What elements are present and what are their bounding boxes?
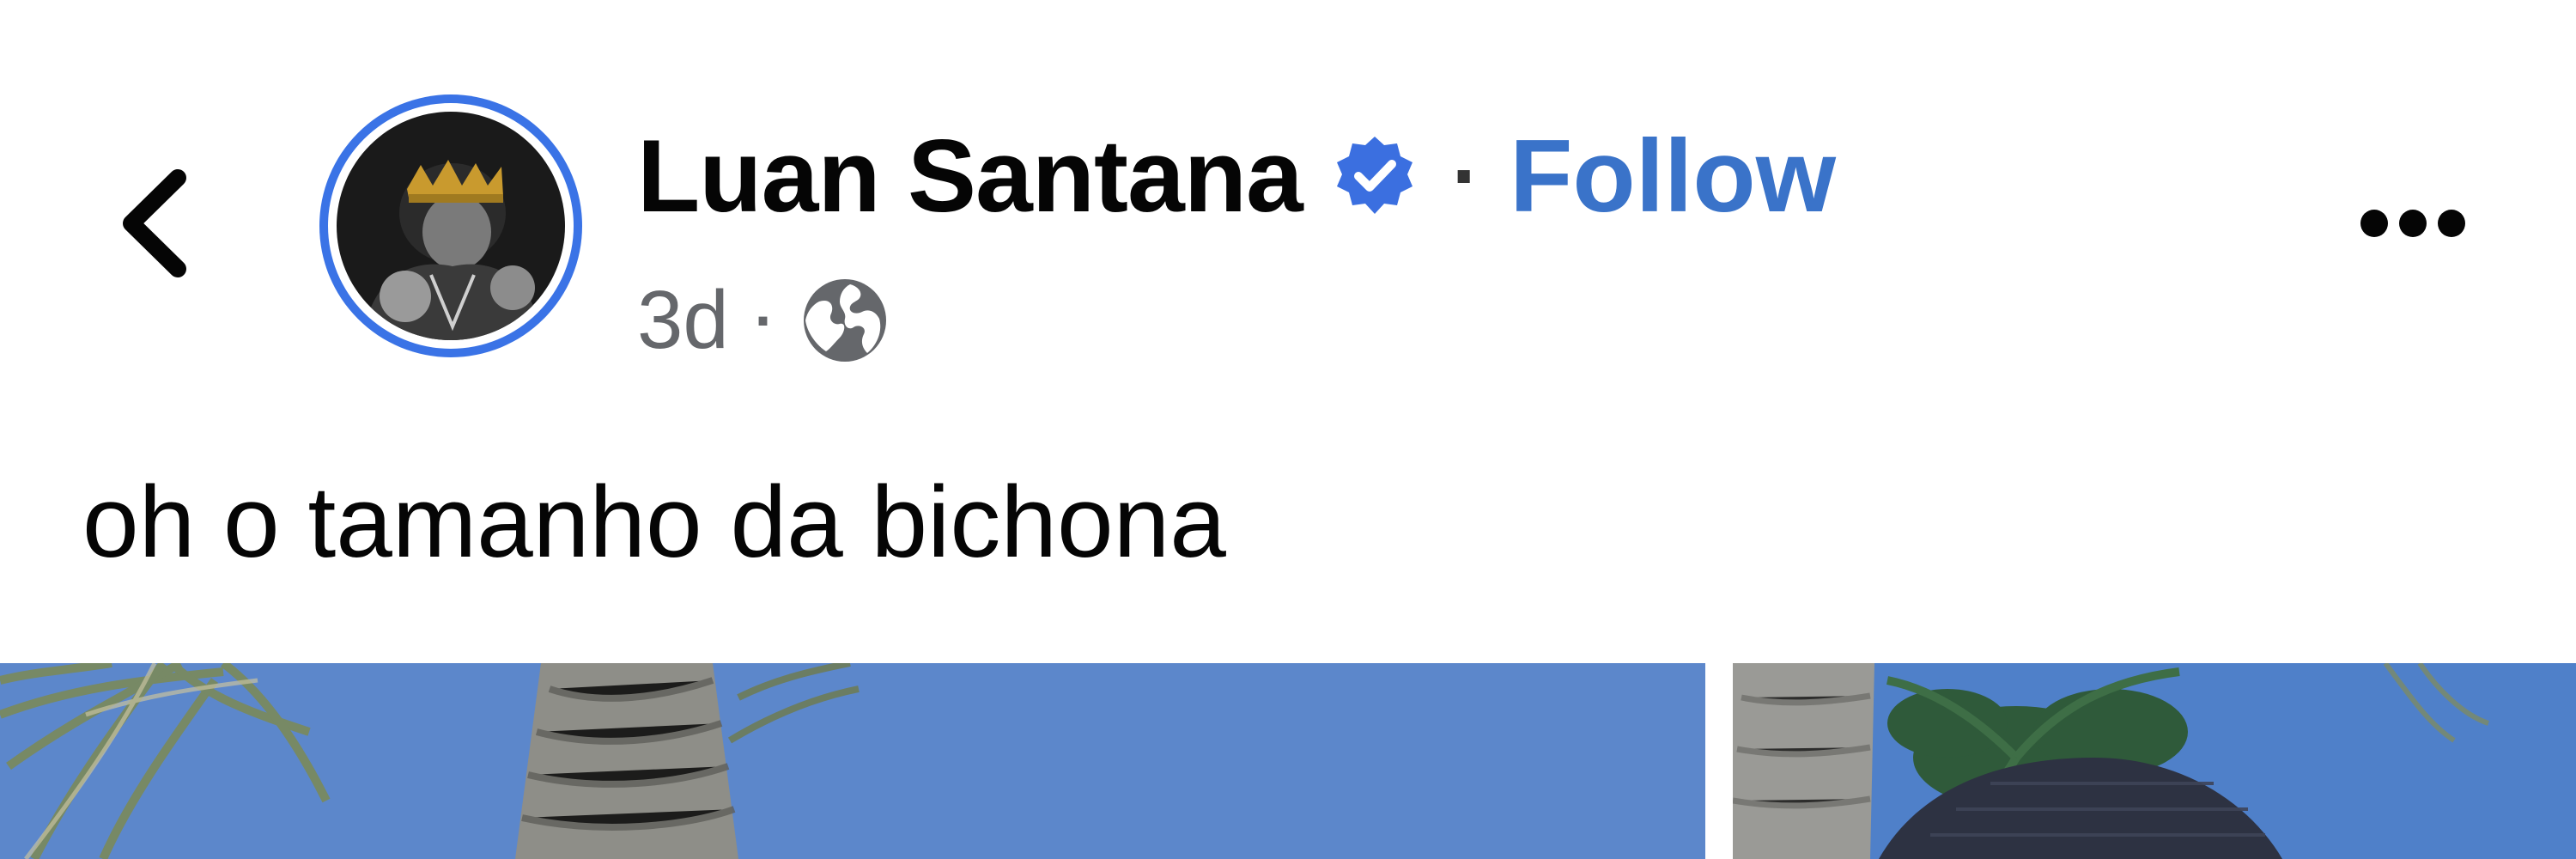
post-photo-2[interactable] xyxy=(1733,663,2576,859)
more-horizontal-icon xyxy=(2360,210,2465,237)
back-button[interactable] xyxy=(94,155,215,292)
verified-badge-icon xyxy=(1332,133,1418,219)
author-name[interactable]: Luan Santana xyxy=(637,117,1303,235)
author-row: Luan Santana · Follow xyxy=(637,112,1836,241)
post-timestamp[interactable]: 3d xyxy=(637,273,729,368)
globe-icon[interactable] xyxy=(800,276,890,365)
avatar[interactable] xyxy=(319,94,582,357)
more-options-button[interactable] xyxy=(2344,172,2482,275)
meta-separator-dot: · xyxy=(754,287,775,354)
post-screen: Luan Santana · Follow 3d · oh o tamanho … xyxy=(0,0,2576,859)
post-meta: 3d · xyxy=(637,265,890,376)
separator-dot: · xyxy=(1451,128,1481,224)
chevron-left-icon xyxy=(123,169,186,277)
post-caption: oh o tamanho da bichona xyxy=(82,466,1226,579)
post-photo-1[interactable] xyxy=(0,663,1705,859)
avatar-photo xyxy=(337,112,565,340)
follow-button[interactable]: Follow xyxy=(1510,117,1836,235)
